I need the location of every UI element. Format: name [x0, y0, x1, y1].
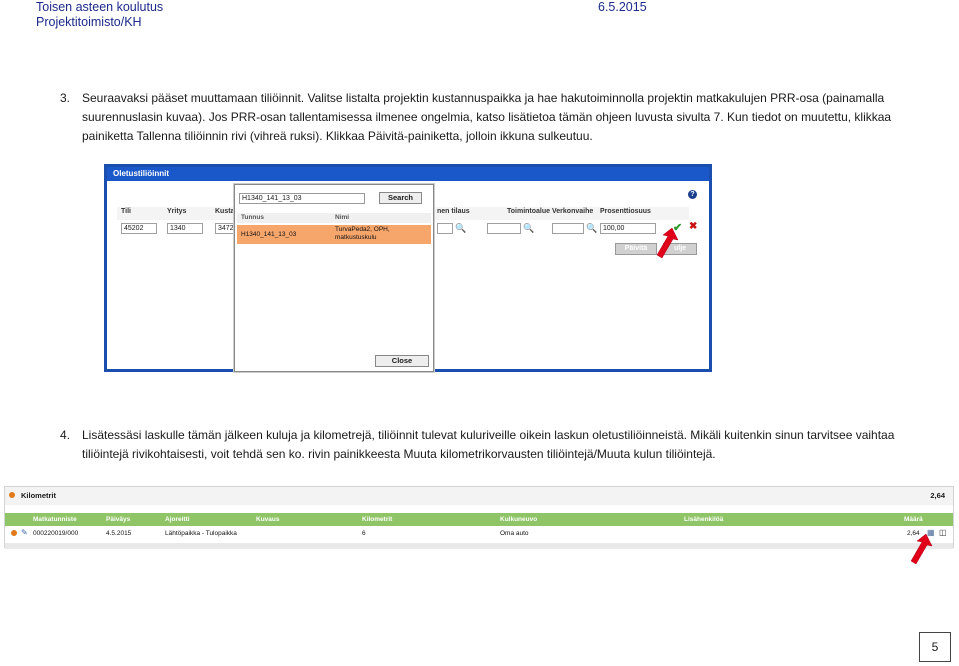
update-button[interactable]: Päivitä	[615, 243, 657, 255]
search-input[interactable]: H1340_141_13_03	[239, 193, 365, 204]
kilometrit-title: Kilometrit	[21, 491, 57, 500]
th-matkatunniste: Matkatunniste	[33, 516, 77, 523]
col-nimi: Nimi	[335, 214, 350, 221]
search-popup: H1340_141_13_03 Search Tunnus Nimi H1340…	[234, 184, 434, 372]
verkonvaihe-input[interactable]	[552, 223, 584, 234]
tilaus-input[interactable]	[437, 223, 453, 234]
search-button[interactable]: Search	[379, 192, 422, 204]
th-lisahenkiloa: Lisähenkilöä	[684, 516, 724, 523]
th-maara: Määrä	[904, 516, 923, 523]
col-tilaus: nen tilaus	[437, 208, 470, 215]
col-prosenttiosuus: Prosenttiosuus	[600, 208, 651, 215]
section-3: 3. Seuraavaksi pääset muuttamaan tiliöin…	[60, 89, 940, 149]
row-date: 4.5.2015	[106, 530, 132, 537]
row-km: 6	[362, 530, 366, 537]
th-kilometrit: Kilometrit	[362, 516, 393, 523]
table-footer	[5, 543, 953, 549]
toimintoalue-input[interactable]	[487, 223, 521, 234]
kilometrit-total: 2,64	[930, 491, 945, 500]
magnifier-icon[interactable]: 🔍	[455, 223, 466, 234]
trash-icon[interactable]: ◫	[939, 528, 947, 537]
orange-dot-icon	[11, 530, 17, 536]
row-vehicle: Oma auto	[500, 530, 529, 537]
dialog-title: Oletustiliöinnit	[107, 167, 709, 181]
page-number: 5	[919, 632, 951, 662]
table-row: ✎ 000220019/000 4.5.2015 Lähtöpaikka - T…	[5, 528, 953, 542]
magnifier-icon[interactable]: 🔍	[586, 223, 597, 234]
result-row[interactable]: H1340_141_13_03 TurvaPeda2, OPH, matkust…	[237, 225, 431, 244]
magnifier-icon[interactable]: 🔍	[523, 223, 534, 234]
result-name-line2: matkustuskulu	[335, 234, 377, 241]
th-ajoreitti: Ajoreitti	[165, 516, 190, 523]
oletustilioinnit-dialog: Oletustiliöinnit ? Tili Yritys Kustan ne…	[104, 164, 712, 372]
tili-select[interactable]: 45202	[121, 223, 157, 234]
col-toimintoalue: Toimintoalue	[507, 208, 551, 215]
result-header: Tunnus Nimi	[237, 213, 431, 223]
delete-row-x-icon[interactable]: ✖	[689, 221, 697, 232]
section-3-text: Seuraavaksi pääset muuttamaan tiliöinnit…	[82, 91, 892, 143]
th-paivays: Päiväys	[106, 516, 131, 523]
edit-row-icon[interactable]: ✎	[21, 528, 28, 537]
document-date: 6.5.2015	[598, 0, 647, 14]
section-4-number: 4.	[60, 428, 71, 442]
result-name-line1: TurvaPeda2, OPH,	[335, 226, 390, 233]
prosenttiosuus-input[interactable]: 100,00	[600, 223, 656, 234]
col-tili: Tili	[121, 208, 131, 215]
yritys-select[interactable]: 1340	[167, 223, 203, 234]
row-route: Lähtöpaikka - Tulopaikka	[165, 530, 237, 537]
close-button[interactable]: Close	[375, 355, 429, 367]
red-arrow-icon	[910, 533, 933, 565]
office-name: Projektitoimisto/KH	[36, 15, 142, 29]
section-4: 4. Lisätessäsi laskulle tämän jälkeen ku…	[60, 426, 940, 466]
kilometrit-title-bar: Kilometrit 2,64	[5, 487, 953, 505]
th-kulkuneuvo: Kulkuneuvo	[500, 516, 538, 523]
section-4-text: Lisätessäsi laskulle tämän jälkeen kuluj…	[82, 428, 895, 461]
help-icon[interactable]: ?	[688, 190, 697, 199]
th-kuvaus: Kuvaus	[256, 516, 280, 523]
orange-dot-icon	[9, 492, 15, 498]
course-title: Toisen asteen koulutus	[36, 0, 164, 14]
col-tunnus: Tunnus	[241, 214, 264, 221]
kilometrit-header-row: Matkatunniste Päiväys Ajoreitti Kuvaus K…	[5, 513, 953, 526]
col-yritys: Yritys	[167, 208, 187, 215]
kilometrit-panel: Kilometrit 2,64 + Matkatunniste Päiväys …	[4, 486, 954, 549]
col-verkonvaihe: Verkonvaihe	[552, 208, 594, 215]
result-code: H1340_141_13_03	[241, 231, 297, 238]
row-id: 000220019/000	[33, 530, 79, 537]
section-3-number: 3.	[60, 91, 71, 105]
red-arrow-icon	[656, 227, 679, 259]
